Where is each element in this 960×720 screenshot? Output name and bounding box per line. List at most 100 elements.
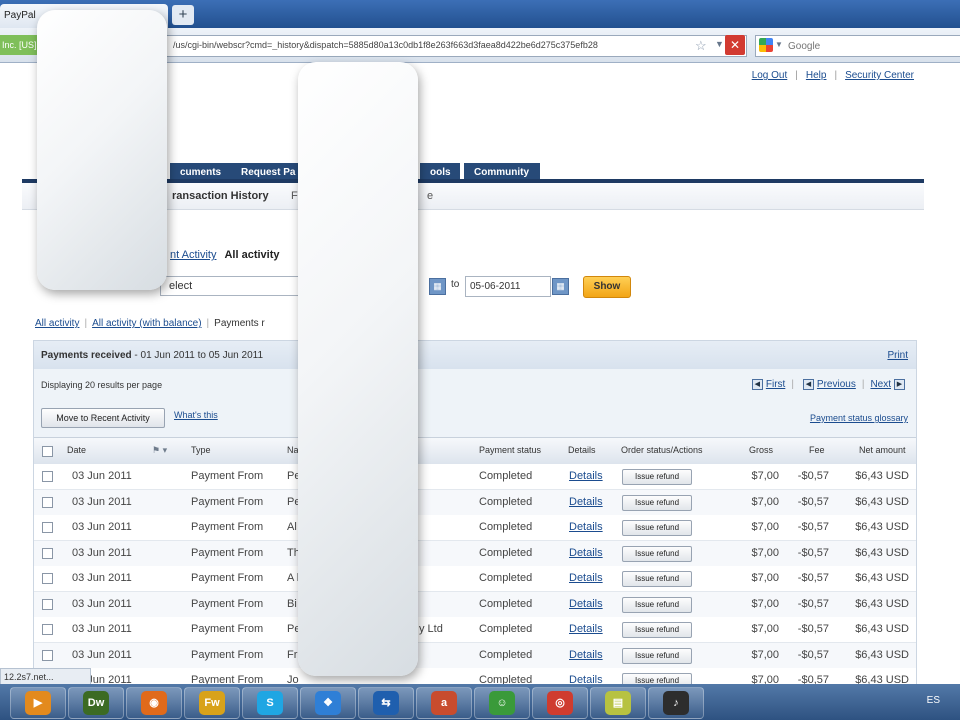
- first-page-icon[interactable]: ◀: [751, 379, 763, 390]
- cell-date: 03 Jun 2011: [72, 546, 132, 559]
- show-button[interactable]: Show: [583, 276, 631, 298]
- issue-refund-button[interactable]: Issue refund: [622, 647, 692, 664]
- help-link[interactable]: Help: [806, 70, 827, 81]
- cell-date: 03 Jun 2011: [72, 623, 132, 635]
- search-box[interactable]: ▼: [755, 35, 960, 57]
- google-icon: [759, 38, 773, 52]
- cell-details[interactable]: Details: [569, 470, 603, 482]
- cell-net: $6,43 USD: [855, 623, 909, 635]
- issue-refund-button[interactable]: Issue refund: [622, 622, 692, 638]
- site-identity-badge[interactable]: Inc. [US]: [0, 35, 40, 55]
- calendar-icon[interactable]: ▦: [552, 278, 569, 295]
- cell-details[interactable]: Details: [569, 521, 603, 533]
- taskbar-app[interactable]: ☺: [474, 687, 530, 719]
- cell-details[interactable]: Details: [569, 547, 603, 559]
- url-bar[interactable]: /us/cgi-bin/webscr?cmd=_history&dispatch…: [160, 35, 747, 57]
- new-tab-button[interactable]: +: [172, 5, 194, 25]
- date-to-label: to: [451, 279, 460, 290]
- calendar-icon[interactable]: ▦: [429, 278, 446, 295]
- row-checkbox[interactable]: [42, 547, 53, 559]
- row-checkbox[interactable]: [42, 649, 53, 661]
- issue-refund-button[interactable]: Issue refund: [622, 545, 692, 562]
- previous-page-icon[interactable]: ◀: [802, 379, 814, 390]
- cell-details[interactable]: Details: [569, 496, 603, 508]
- row-checkbox[interactable]: [42, 471, 53, 482]
- language-indicator[interactable]: ES: [927, 695, 940, 706]
- whats-this-link[interactable]: What's this: [174, 410, 218, 420]
- taskbar-app[interactable]: ◎: [532, 687, 588, 719]
- cell-net: $6,43 USD: [855, 597, 909, 610]
- taskbar-app[interactable]: ▶: [10, 687, 66, 719]
- search-type-select[interactable]: elect: [160, 276, 302, 296]
- date-to-input[interactable]: 05-06-2011: [465, 276, 551, 297]
- next-page-link[interactable]: Next: [870, 379, 891, 390]
- column-type[interactable]: Type: [191, 445, 211, 455]
- cell-status: Completed: [479, 495, 533, 508]
- issue-refund-button[interactable]: Issue refund: [622, 469, 692, 485]
- overlay-card: [298, 62, 418, 676]
- overlay-card: [37, 10, 167, 290]
- taskbar-app[interactable]: ❖: [300, 687, 356, 719]
- payment-status-glossary-link[interactable]: Payment status glossary: [810, 413, 908, 423]
- filter-separator: |: [84, 318, 88, 329]
- recent-activity-link[interactable]: nt Activity: [170, 249, 216, 261]
- column-gross[interactable]: Gross: [749, 445, 773, 455]
- dreamweaver-icon: Dw: [83, 691, 109, 715]
- cell-details[interactable]: Details: [569, 649, 603, 661]
- issue-refund-button[interactable]: Issue refund: [622, 596, 692, 613]
- cell-gross: $7,00: [751, 495, 779, 508]
- column-date[interactable]: Date: [67, 445, 86, 455]
- taskbar-app[interactable]: Dw: [68, 687, 124, 719]
- search-engine-dropdown-icon[interactable]: ▼: [775, 40, 783, 49]
- row-checkbox[interactable]: [42, 522, 53, 533]
- first-page-link[interactable]: First: [766, 379, 785, 390]
- taskbar-app[interactable]: ♪: [648, 687, 704, 719]
- taskbar-app[interactable]: ▤: [590, 687, 646, 719]
- issue-refund-button[interactable]: Issue refund: [622, 520, 692, 536]
- cell-details[interactable]: Details: [569, 598, 603, 610]
- row-checkbox[interactable]: [42, 598, 53, 610]
- stop-button[interactable]: ✕: [725, 35, 745, 55]
- filter-payments-received: Payments r: [214, 318, 265, 329]
- column-name[interactable]: Na: [287, 445, 299, 455]
- security-center-link[interactable]: Security Center: [845, 70, 914, 81]
- column-net-amount[interactable]: Net amount: [859, 445, 906, 455]
- cell-status: Completed: [479, 648, 533, 661]
- select-all-checkbox[interactable]: [42, 446, 53, 457]
- issue-refund-button[interactable]: Issue refund: [622, 494, 692, 511]
- previous-page-link[interactable]: Previous: [817, 379, 856, 390]
- taskbar-app[interactable]: a: [416, 687, 472, 719]
- taskbar-app[interactable]: S: [242, 687, 298, 719]
- print-link[interactable]: Print: [887, 350, 908, 361]
- bookmark-star-icon[interactable]: ☆: [695, 38, 707, 54]
- filter-all-activity[interactable]: All activity: [35, 318, 79, 329]
- row-checkbox[interactable]: [42, 573, 53, 584]
- results-title-main: Payments received: [41, 350, 132, 361]
- next-page-icon[interactable]: ▶: [894, 379, 905, 390]
- flag-filter-icon[interactable]: ⚑ ▾: [152, 445, 167, 456]
- cell-details[interactable]: Details: [569, 623, 603, 635]
- subnav-item[interactable]: e: [427, 190, 433, 202]
- results-panel: Payments received - 01 Jun 2011 to 05 Ju…: [33, 340, 917, 687]
- cell-details[interactable]: Details: [569, 572, 603, 584]
- cell-type: Payment From: [191, 521, 264, 533]
- log-out-link[interactable]: Log Out: [752, 70, 788, 81]
- move-to-recent-activity-button[interactable]: Move to Recent Activity: [41, 408, 165, 428]
- row-checkbox[interactable]: [42, 624, 53, 635]
- issue-refund-button[interactable]: Issue refund: [622, 571, 692, 587]
- column-fee[interactable]: Fee: [809, 445, 825, 455]
- taskbar-app[interactable]: ◉: [126, 687, 182, 719]
- column-payment-status[interactable]: Payment status: [479, 445, 541, 455]
- cell-name: Al: [287, 521, 297, 533]
- row-checkbox[interactable]: [42, 496, 53, 508]
- taskbar-app[interactable]: Fw: [184, 687, 240, 719]
- url-dropdown-icon[interactable]: ▼: [715, 39, 724, 49]
- filter-with-balance[interactable]: All activity (with balance): [92, 318, 201, 329]
- subnav-transaction-history[interactable]: ransaction History: [172, 190, 269, 202]
- cell-type: Payment From: [191, 623, 264, 635]
- subnav-item[interactable]: F: [291, 190, 298, 202]
- url-text[interactable]: /us/cgi-bin/webscr?cmd=_history&dispatch…: [173, 40, 678, 50]
- search-input[interactable]: [786, 36, 960, 56]
- cell-net: $6,43 USD: [855, 495, 909, 508]
- taskbar-app[interactable]: ⇆: [358, 687, 414, 719]
